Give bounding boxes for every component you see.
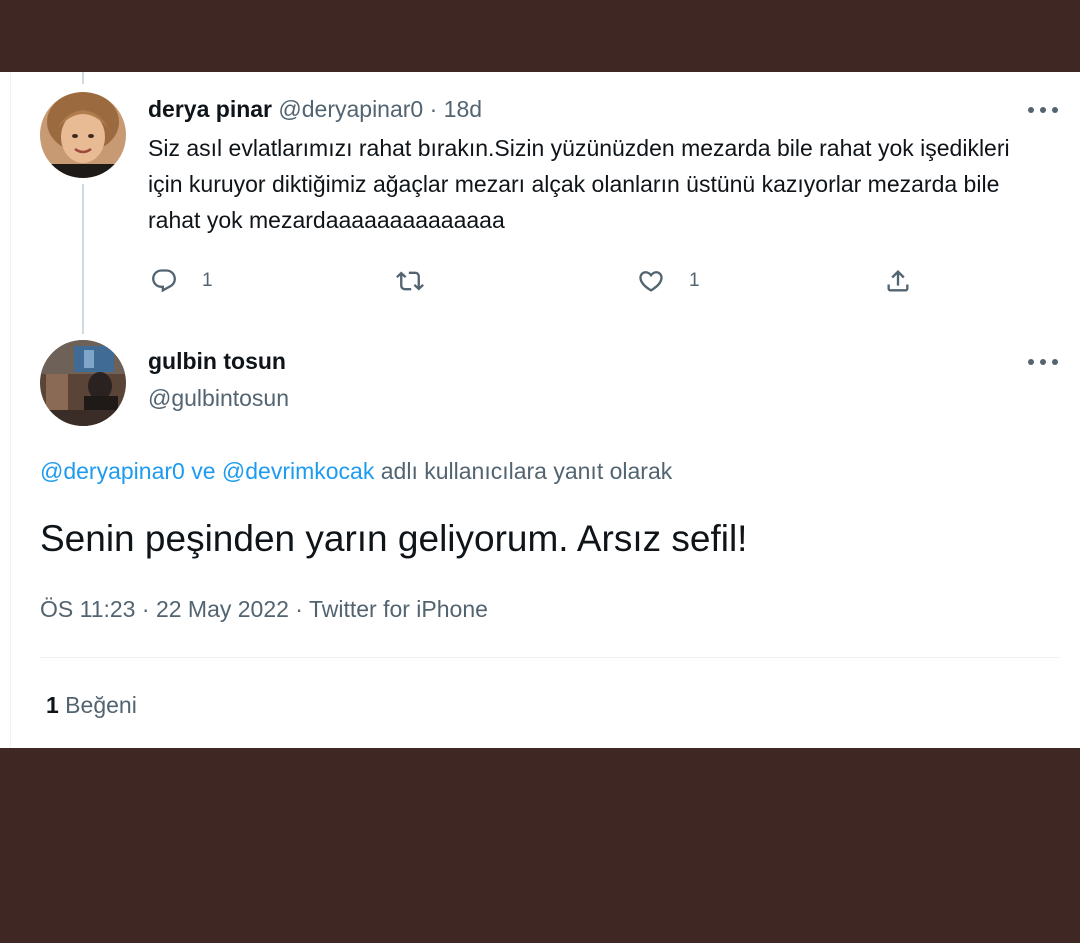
- more-icon[interactable]: [1028, 357, 1058, 367]
- thread-line-top: [82, 72, 84, 84]
- reply-count: 1: [202, 270, 213, 291]
- likes-count: 1: [46, 692, 59, 718]
- reply-button[interactable]: 1: [150, 265, 213, 297]
- mention-link[interactable]: @deryapinar0: [40, 458, 185, 484]
- like-count: 1: [689, 270, 700, 291]
- like-button[interactable]: 1: [637, 265, 700, 297]
- reply-display-name[interactable]: derya pinar: [148, 96, 272, 122]
- header-separator: ·: [429, 96, 438, 122]
- likes-stat[interactable]: 1 Beğeni: [46, 692, 137, 719]
- retweet-icon: [396, 271, 424, 291]
- likes-label: Beğeni: [58, 692, 137, 718]
- reply-age[interactable]: 18d: [444, 96, 482, 122]
- main-tweet-text: Senin peşinden yarın geliyorum. Arsız se…: [40, 518, 748, 559]
- divider: [40, 657, 1060, 658]
- mention-conjunction[interactable]: ve: [185, 458, 222, 484]
- thread-line: [82, 184, 84, 334]
- more-icon[interactable]: [1028, 105, 1058, 115]
- meta-separator: ·: [288, 596, 309, 622]
- comment-icon: [152, 269, 176, 293]
- heart-icon: [639, 271, 663, 292]
- reply-handle[interactable]: @deryapinar0: [278, 96, 423, 122]
- main-handle[interactable]: @gulbintosun: [148, 385, 289, 412]
- share-button[interactable]: [884, 265, 912, 297]
- tweet-time[interactable]: ÖS 11:23: [40, 596, 135, 622]
- meta-separator: ·: [135, 596, 156, 622]
- tweet-date[interactable]: 22 May 2022: [156, 596, 289, 622]
- tweet-card: derya pinar @deryapinar0 · 18d Siz asıl …: [0, 72, 1080, 748]
- avatar-derya[interactable]: [40, 92, 126, 178]
- main-display-name[interactable]: gulbin tosun: [148, 348, 286, 375]
- retweet-button[interactable]: [396, 265, 448, 297]
- mention-link[interactable]: @devrimkocak: [222, 458, 374, 484]
- reply-tweet-text: Siz asıl evlatlarımızı rahat bırakın.Siz…: [148, 135, 1010, 233]
- tweet-meta: ÖS 11:23 · 22 May 2022 · Twitter for iPh…: [40, 596, 488, 623]
- share-icon: [887, 270, 909, 292]
- replying-to-suffix: adlı kullanıcılara yanıt olarak: [374, 458, 673, 484]
- reply-tweet-header: derya pinar @deryapinar0 · 18d: [148, 96, 482, 123]
- replying-to-line: @deryapinar0 ve @devrimkocak adlı kullan…: [40, 458, 672, 485]
- avatar-gulbin[interactable]: [40, 340, 126, 426]
- tweet-source[interactable]: Twitter for iPhone: [309, 596, 488, 622]
- card-edge-line: [10, 72, 11, 748]
